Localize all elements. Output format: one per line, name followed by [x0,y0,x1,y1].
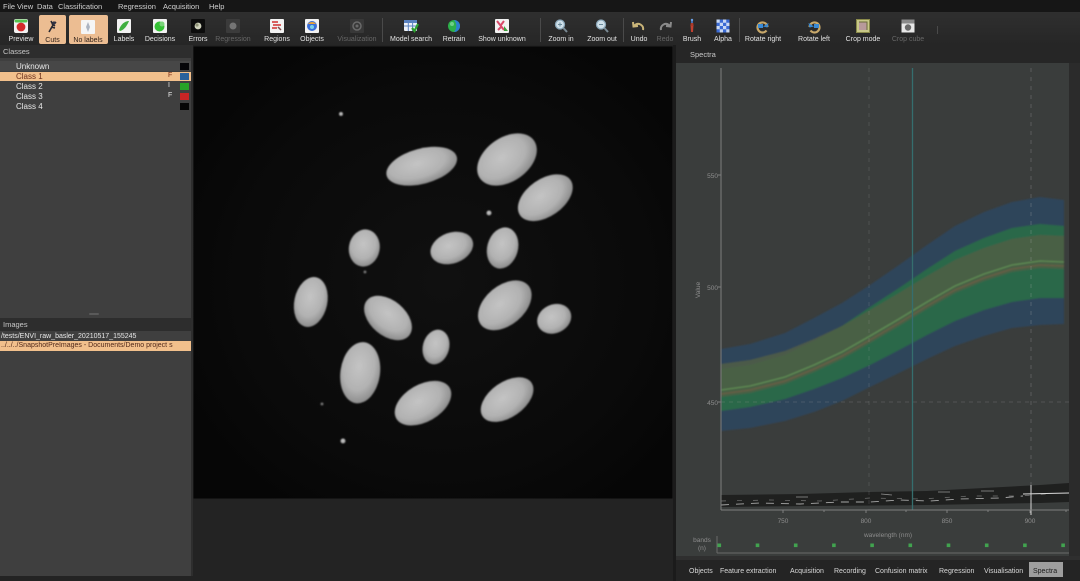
svg-text:Confusion matrix: Confusion matrix [875,568,928,575]
svg-text:450: 450 [707,400,718,407]
svg-text:550: 550 [707,173,718,180]
svg-text:850: 850 [942,518,953,525]
svg-text:Spectra: Spectra [690,50,717,59]
svg-text:900: 900 [1025,518,1036,525]
svg-text:800: 800 [861,518,872,525]
svg-text:wavelength (nm): wavelength (nm) [863,532,912,539]
svg-text:(n): (n) [698,545,706,552]
svg-text:Value: Value [695,282,702,299]
svg-text:Recording: Recording [834,568,866,575]
svg-text:Acquisition: Acquisition [790,568,824,575]
svg-text:750: 750 [778,518,789,525]
svg-text:Regression: Regression [939,568,975,575]
svg-text:Visualisation: Visualisation [984,568,1023,575]
svg-text:500: 500 [707,285,718,292]
svg-text:Spectra: Spectra [1033,568,1057,575]
svg-text:Objects: Objects [689,568,713,575]
svg-text:bands: bands [693,537,711,544]
svg-text:Feature extraction: Feature extraction [720,568,777,575]
